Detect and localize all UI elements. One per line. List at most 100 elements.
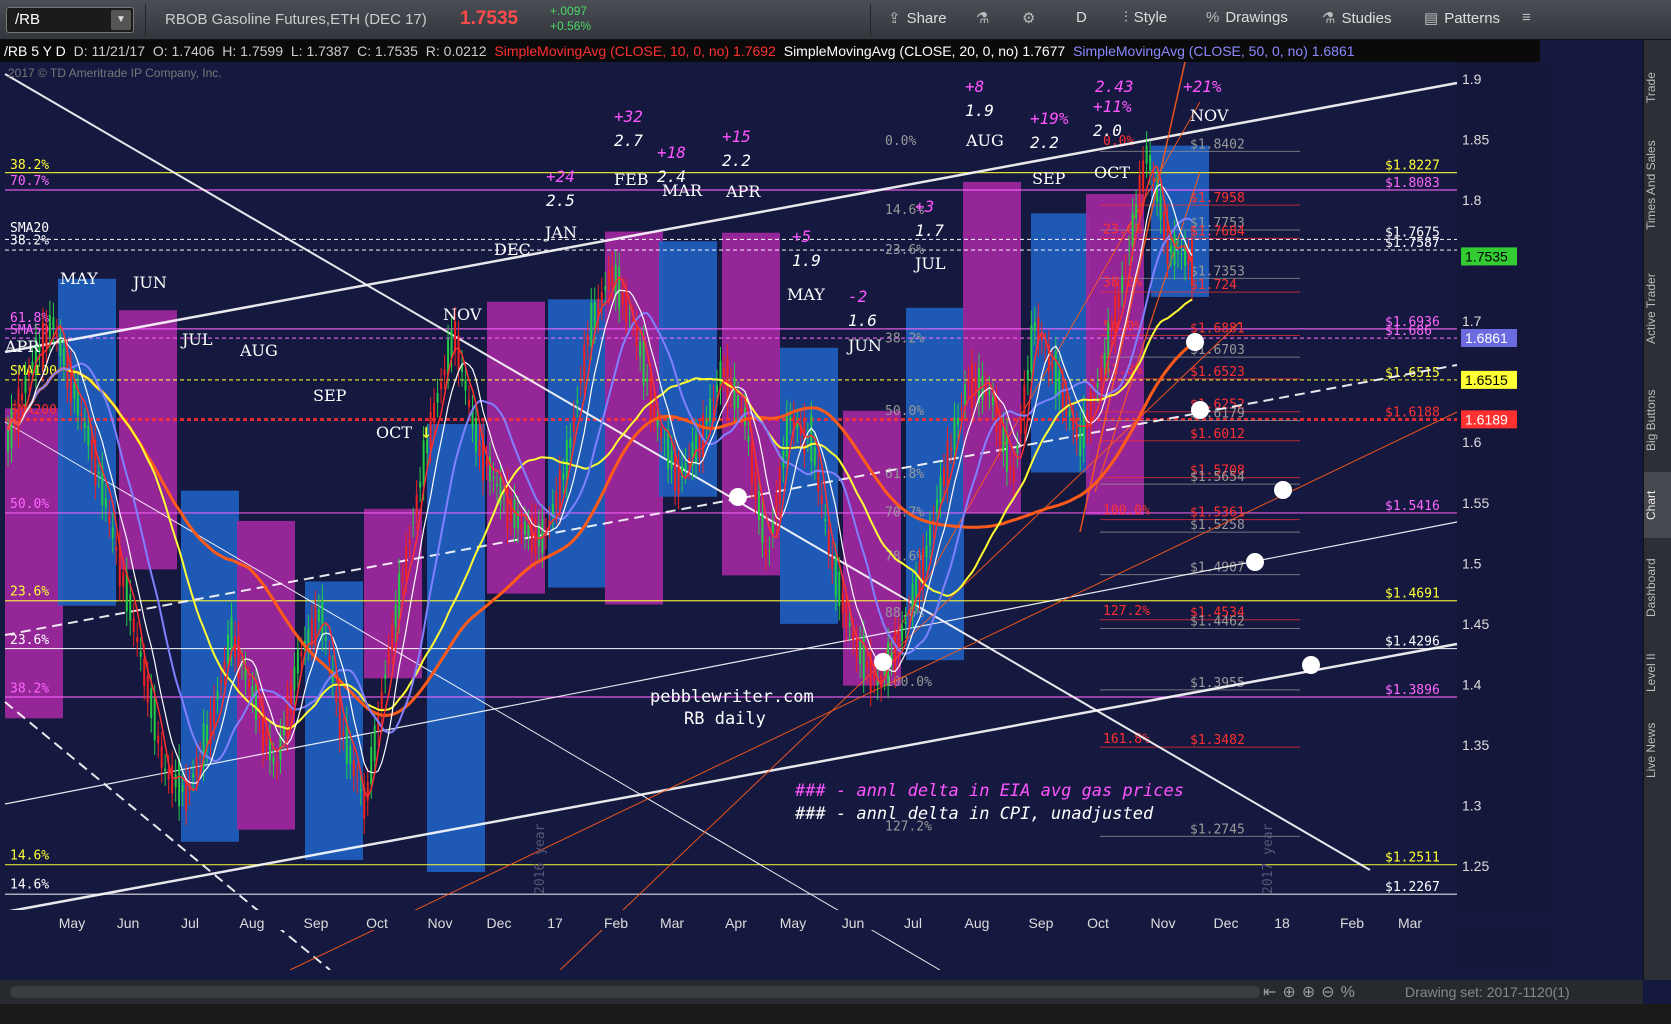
candle-body [880,674,883,688]
patterns-button[interactable]: ▤ Patterns [1424,9,1500,27]
candle-body [1026,369,1029,381]
candle-body [604,286,607,291]
style-label: Style [1133,9,1168,26]
candle-body [143,658,146,686]
candle-body [405,546,408,579]
tab-big-buttons[interactable]: Big Buttons [1644,370,1671,470]
fib-percent-label: 100.0% [885,675,932,690]
cpi-delta: 2.2 [1030,133,1059,152]
fib-price-label: $1.3482 [1190,733,1245,748]
candle-body [789,417,792,420]
candle-body [1145,145,1148,164]
candle-body [73,382,76,399]
price-bubble-label: 1.7535 [1465,248,1508,264]
zoom-controls[interactable]: ⇤⊕⊕⊖% [1263,982,1361,1002]
candle-body [939,476,942,504]
month-block [963,181,1021,513]
candle-body [468,399,471,407]
studies-button[interactable]: ⚗ Studies [1322,9,1392,27]
chart-svg[interactable]: $1.8227$1.8083$1.7675$1.7587$1.6936$1.68… [0,62,1550,970]
flask-button[interactable]: ⚗ [976,9,995,27]
candle-body [771,522,774,534]
candle-body [349,745,352,765]
symbol-selector[interactable]: /RB ▼ [6,7,134,33]
chevron-down-icon[interactable]: ▼ [111,10,131,30]
horizontal-scrollbar[interactable] [10,986,1260,998]
candle-body [422,440,425,487]
candle-body [527,523,530,536]
tab-live-news[interactable]: Live News [1644,710,1671,790]
candle-body [216,691,219,700]
candle-body [1033,321,1036,331]
candle-body [750,443,753,485]
candle-body [436,393,439,403]
candle-body [401,578,404,582]
gas-price-delta: +5 [792,227,811,246]
candle-body [443,369,446,376]
candle-body [457,335,460,372]
candle-body [97,471,100,474]
month-label: MAY [60,269,98,288]
candle-body [736,395,739,408]
candle-body [1191,240,1193,287]
candle-body [157,735,160,744]
candle-body [52,317,55,329]
candle-body [335,691,338,702]
drawings-button[interactable]: % Drawings [1206,9,1288,26]
level-price-label: $1.5416 [1385,499,1440,514]
candle-body [698,432,701,458]
candle-body [618,267,621,309]
tab-level-ii[interactable]: Level II [1644,638,1671,708]
percent-icon[interactable]: % [1341,984,1361,1001]
tab-dashboard[interactable]: Dashboard [1644,540,1671,636]
candle-body [646,378,649,382]
candle-body [394,604,397,628]
candle-body [663,441,666,443]
zoom-in-icon[interactable]: ⊕ [1302,984,1321,1001]
symbol-text: /RB [15,11,41,28]
zoom-out-icon[interactable]: ⊖ [1321,984,1340,1001]
intersection-marker [1274,481,1292,499]
time-axis-tick: Aug [965,915,990,931]
candle-body [820,495,823,505]
cpi-delta: 1.9 [965,101,994,120]
month-label: JUL [913,254,946,273]
info-date: D: 11/21/17 [73,43,145,59]
settings-button[interactable]: ⚙ [1022,9,1041,27]
scroll-left-icon[interactable]: ⇤ [1263,984,1282,1001]
candle-body [1079,424,1082,457]
candle-body [321,599,324,638]
share-button[interactable]: ⇪ Share [888,9,947,27]
candle-body [963,384,966,405]
crosshair-icon[interactable]: ⊕ [1282,984,1301,1001]
tab-times-and-sales[interactable]: Times And Sales [1644,122,1671,248]
year-label: 2017 year [1261,823,1276,894]
gas-price-delta: +11% [1093,97,1132,116]
candle-body [160,746,163,769]
watermark-subtitle: RB daily [684,709,766,729]
chart-bottom-bar: ⇤⊕⊕⊖% Drawing set: 2017-1120(1) [0,980,1643,1004]
toolbar-divider [145,4,146,36]
menu-button[interactable]: ≡ [1522,9,1537,26]
tab-active-trader[interactable]: Active Trader [1644,250,1671,368]
candle-body [139,651,142,657]
tab-trade[interactable]: Trade [1644,58,1671,118]
candle-body [555,491,558,510]
fib-percent-label: 38.2% [885,331,924,346]
gear-icon: ⚙ [1022,10,1036,27]
price-chart[interactable]: $1.8227 $1.8083 $1.7675 $1.7587 $1.6936 $1.68… [0,62,1550,970]
candle-body [1142,160,1145,192]
gas-price-delta: +8 [965,77,984,96]
style-button[interactable]: ⫶ Style [1124,9,1167,26]
month-label: SEP [313,386,347,405]
month-label: NOV [1190,106,1229,125]
info-symbol: /RB 5 Y D [4,43,66,59]
thinkorswim-chart-window: /RB ▼ RBOB Gasoline Futures,ETH (DEC 17)… [0,0,1671,1024]
candle-body [1173,233,1176,266]
period-button[interactable]: D [1076,9,1087,26]
tab-chart[interactable]: Chart [1644,472,1671,538]
candle-body [83,422,86,428]
candle-body [831,555,834,570]
candle-body [391,625,394,651]
candle-body [1177,252,1180,254]
